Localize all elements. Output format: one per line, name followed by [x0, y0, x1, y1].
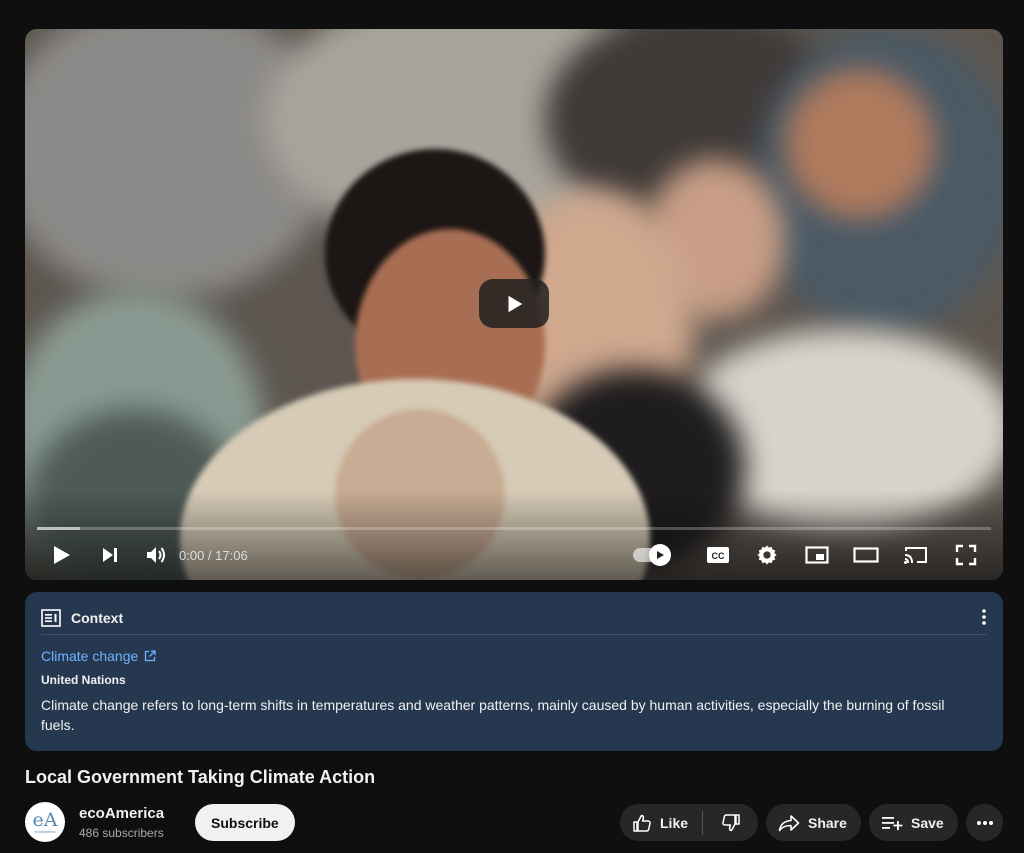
dislike-button[interactable]	[703, 804, 758, 841]
context-header: Context	[41, 602, 987, 635]
context-panel: Context Climate change United Nations Cl…	[25, 592, 1003, 751]
context-menu-button[interactable]	[981, 608, 987, 631]
miniplayer-button[interactable]	[804, 546, 830, 564]
avatar-logo-text: eA	[32, 808, 58, 831]
subscriber-count: 486 subscribers	[79, 826, 164, 840]
progress-bar[interactable]	[37, 527, 991, 530]
time-display: 0:00 / 17:06	[179, 547, 248, 563]
share-label: Share	[808, 814, 847, 831]
theater-mode-icon	[853, 547, 879, 563]
context-description: Climate change refers to long-term shift…	[41, 697, 945, 733]
next-button[interactable]	[97, 546, 123, 564]
miniplayer-icon	[805, 546, 829, 564]
share-arrow-icon	[778, 814, 800, 831]
volume-button[interactable]	[143, 545, 169, 565]
like-dislike-group: Like	[620, 804, 758, 841]
play-icon	[508, 295, 523, 312]
progress-played	[37, 527, 80, 530]
fullscreen-icon	[955, 544, 977, 566]
cast-button[interactable]	[903, 545, 929, 565]
like-label: Like	[660, 814, 689, 831]
more-vertical-icon	[982, 609, 986, 625]
context-source: United Nations	[41, 673, 126, 687]
captions-button[interactable]: CC	[705, 546, 731, 564]
gear-icon	[757, 545, 777, 565]
thumbs-down-icon	[721, 813, 740, 831]
fullscreen-button[interactable]	[953, 544, 979, 566]
context-topic-label: Climate change	[41, 648, 139, 664]
avatar-logo-caption: ecoAmerica	[34, 828, 56, 834]
theater-mode-button[interactable]	[853, 547, 879, 563]
thumbs-up-icon	[633, 814, 651, 832]
play-icon	[54, 546, 70, 564]
video-title: Local Government Taking Climate Action	[25, 767, 376, 787]
more-actions-button[interactable]	[966, 804, 1003, 841]
subscribe-button[interactable]: Subscribe	[195, 804, 295, 841]
volume-icon	[147, 547, 165, 563]
external-link-icon	[145, 650, 156, 662]
video-player[interactable]: 0:00 / 17:06 CC	[25, 29, 1003, 580]
autoplay-toggle[interactable]	[633, 544, 679, 566]
channel-name[interactable]: ecoAmerica	[79, 805, 164, 822]
save-label: Save	[911, 814, 944, 831]
add-to-playlist-icon	[882, 816, 903, 830]
autoplay-track	[633, 544, 671, 566]
svg-text:CC: CC	[712, 551, 725, 561]
closed-captions-icon: CC	[707, 547, 729, 563]
channel-avatar[interactable]: eA ecoAmerica	[25, 802, 65, 842]
more-horizontal-icon	[976, 820, 993, 825]
player-controls: 0:00 / 17:06 CC	[25, 535, 1003, 575]
play-button[interactable]	[49, 545, 75, 565]
play-icon	[657, 551, 664, 559]
large-play-button[interactable]	[479, 279, 549, 328]
share-button[interactable]: Share	[766, 804, 861, 841]
context-heading: Context	[71, 610, 124, 626]
settings-button[interactable]	[754, 544, 780, 566]
skip-next-icon	[103, 548, 117, 562]
like-button[interactable]: Like	[620, 804, 688, 841]
cast-icon	[904, 547, 927, 564]
autoplay-knob	[649, 544, 671, 566]
save-button[interactable]: Save	[869, 804, 958, 841]
context-topic-link[interactable]: Climate change	[41, 648, 156, 664]
info-panel-icon	[41, 609, 61, 627]
